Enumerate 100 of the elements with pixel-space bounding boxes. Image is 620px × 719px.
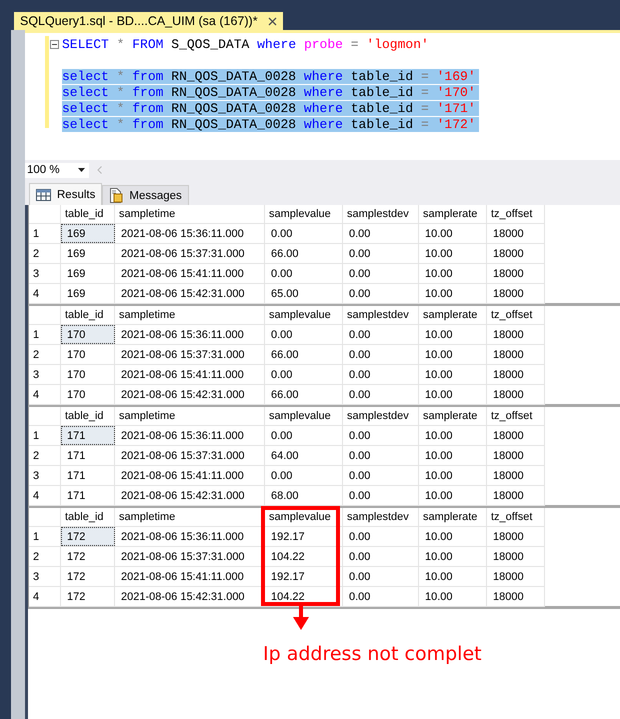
- table-cell[interactable]: 10.00: [419, 426, 487, 445]
- table-cell[interactable]: 18000: [487, 385, 545, 404]
- result-tab[interactable]: Results: [29, 183, 102, 205]
- table-cell[interactable]: 169: [61, 244, 115, 263]
- table-cell[interactable]: 18000: [487, 587, 545, 606]
- table-cell[interactable]: 10.00: [419, 567, 487, 586]
- table-cell[interactable]: 2021-08-06 15:41:11.000: [115, 264, 265, 283]
- table-cell[interactable]: 2021-08-06 15:37:31.000: [115, 244, 265, 263]
- column-header[interactable]: tz_offset: [487, 306, 545, 324]
- column-header[interactable]: samplestdev: [343, 306, 419, 324]
- table-cell[interactable]: 65.00: [265, 284, 343, 303]
- table-cell[interactable]: 0.00: [265, 365, 343, 384]
- table-cell[interactable]: 18000: [487, 486, 545, 505]
- table-cell[interactable]: 0.00: [343, 284, 419, 303]
- table-cell[interactable]: 171: [61, 466, 115, 485]
- table-cell[interactable]: 10.00: [419, 446, 487, 465]
- table-cell[interactable]: 66.00: [265, 385, 343, 404]
- column-header[interactable]: table_id: [61, 205, 115, 223]
- table-cell[interactable]: 170: [61, 345, 115, 364]
- column-header[interactable]: tz_offset: [487, 407, 545, 425]
- table-cell[interactable]: 0.00: [265, 466, 343, 485]
- table-cell[interactable]: 170: [61, 365, 115, 384]
- column-header[interactable]: samplerate: [419, 306, 487, 324]
- result-tab[interactable]: Messages: [102, 185, 189, 205]
- table-cell[interactable]: 18000: [487, 325, 545, 344]
- table-cell[interactable]: 10.00: [419, 224, 487, 243]
- table-cell[interactable]: 10.00: [419, 244, 487, 263]
- table-cell[interactable]: 10.00: [419, 466, 487, 485]
- table-cell[interactable]: 171: [61, 426, 115, 445]
- table-cell[interactable]: 169: [61, 284, 115, 303]
- column-header[interactable]: sampletime: [115, 306, 265, 324]
- collapse-icon[interactable]: [50, 40, 59, 48]
- table-cell[interactable]: 0.00: [343, 244, 419, 263]
- table-cell[interactable]: 18000: [487, 466, 545, 485]
- table-cell[interactable]: 104.22: [265, 547, 343, 566]
- table-cell[interactable]: 18000: [487, 426, 545, 445]
- column-header[interactable]: samplestdev: [343, 407, 419, 425]
- table-cell[interactable]: 2021-08-06 15:41:11.000: [115, 365, 265, 384]
- table-cell[interactable]: 2021-08-06 15:41:11.000: [115, 466, 265, 485]
- table-cell[interactable]: 0.00: [343, 385, 419, 404]
- table-cell[interactable]: 18000: [487, 527, 545, 546]
- table-cell[interactable]: 0.00: [343, 466, 419, 485]
- table-cell[interactable]: 10.00: [419, 264, 487, 283]
- table-cell[interactable]: 18000: [487, 284, 545, 303]
- table-cell[interactable]: 10.00: [419, 345, 487, 364]
- table-cell[interactable]: 169: [61, 224, 115, 243]
- table-cell[interactable]: 169: [61, 264, 115, 283]
- column-header[interactable]: samplerate: [419, 508, 487, 526]
- table-cell[interactable]: 2021-08-06 15:42:31.000: [115, 486, 265, 505]
- table-cell[interactable]: 18000: [487, 446, 545, 465]
- table-cell[interactable]: 10.00: [419, 365, 487, 384]
- table-cell[interactable]: 171: [61, 486, 115, 505]
- table-cell[interactable]: 0.00: [265, 264, 343, 283]
- table-cell[interactable]: 10.00: [419, 325, 487, 344]
- close-icon[interactable]: [268, 16, 277, 26]
- table-cell[interactable]: 192.17: [265, 527, 343, 546]
- document-tab[interactable]: SQLQuery1.sql - BD....CA_UIM (sa (167))*: [14, 12, 283, 30]
- column-header[interactable]: samplerate: [419, 205, 487, 223]
- column-header[interactable]: samplevalue: [265, 407, 343, 425]
- table-cell[interactable]: 171: [61, 446, 115, 465]
- table-cell[interactable]: 18000: [487, 567, 545, 586]
- table-cell[interactable]: 0.00: [343, 426, 419, 445]
- table-cell[interactable]: 0.00: [343, 547, 419, 566]
- table-cell[interactable]: 2021-08-06 15:37:31.000: [115, 446, 265, 465]
- column-header[interactable]: samplevalue: [265, 205, 343, 223]
- zoom-dropdown[interactable]: 100 %: [25, 162, 89, 178]
- table-cell[interactable]: 10.00: [419, 486, 487, 505]
- table-cell[interactable]: 18000: [487, 224, 545, 243]
- column-header[interactable]: table_id: [61, 407, 115, 425]
- column-header[interactable]: table_id: [61, 508, 115, 526]
- table-cell[interactable]: 170: [61, 325, 115, 344]
- column-header[interactable]: samplestdev: [343, 508, 419, 526]
- table-cell[interactable]: 2021-08-06 15:37:31.000: [115, 345, 265, 364]
- table-cell[interactable]: 0.00: [265, 426, 343, 445]
- table-cell[interactable]: 10.00: [419, 284, 487, 303]
- table-cell[interactable]: 2021-08-06 15:36:11.000: [115, 426, 265, 445]
- table-cell[interactable]: 2021-08-06 15:36:11.000: [115, 224, 265, 243]
- table-cell[interactable]: 172: [61, 527, 115, 546]
- table-cell[interactable]: 172: [61, 587, 115, 606]
- column-header[interactable]: sampletime: [115, 205, 265, 223]
- table-cell[interactable]: 64.00: [265, 446, 343, 465]
- table-cell[interactable]: 2021-08-06 15:42:31.000: [115, 284, 265, 303]
- table-cell[interactable]: 0.00: [265, 325, 343, 344]
- table-cell[interactable]: 0.00: [343, 224, 419, 243]
- column-header[interactable]: sampletime: [115, 508, 265, 526]
- table-cell[interactable]: 0.00: [343, 567, 419, 586]
- table-cell[interactable]: 10.00: [419, 385, 487, 404]
- table-cell[interactable]: 192.17: [265, 567, 343, 586]
- table-cell[interactable]: 66.00: [265, 345, 343, 364]
- table-cell[interactable]: 18000: [487, 345, 545, 364]
- column-header[interactable]: samplestdev: [343, 205, 419, 223]
- table-cell[interactable]: 10.00: [419, 587, 487, 606]
- table-cell[interactable]: 0.00: [343, 365, 419, 384]
- table-cell[interactable]: 172: [61, 567, 115, 586]
- table-cell[interactable]: 0.00: [343, 486, 419, 505]
- table-cell[interactable]: 18000: [487, 547, 545, 566]
- table-cell[interactable]: 0.00: [343, 527, 419, 546]
- table-cell[interactable]: 2021-08-06 15:42:31.000: [115, 385, 265, 404]
- table-cell[interactable]: 0.00: [343, 345, 419, 364]
- table-cell[interactable]: 18000: [487, 244, 545, 263]
